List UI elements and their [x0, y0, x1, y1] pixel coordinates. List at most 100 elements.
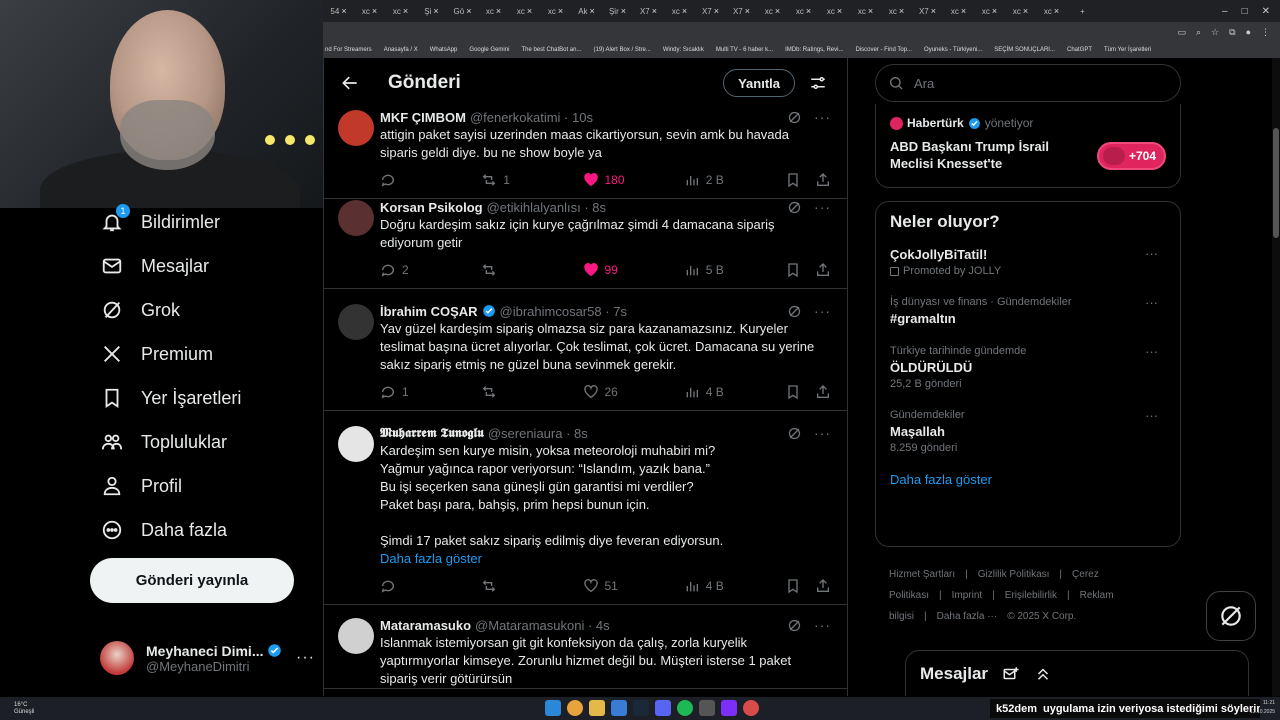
- weather-widget[interactable]: 16°C Güneşli: [14, 702, 34, 716]
- star-icon[interactable]: ☆: [1211, 27, 1219, 38]
- chrome-icon[interactable]: [567, 700, 583, 716]
- more-horizontal-icon[interactable]: ···: [814, 303, 831, 319]
- bookmark-item[interactable]: ChatGPT: [1067, 47, 1092, 53]
- like-action[interactable]: 51: [583, 578, 684, 594]
- more-horizontal-icon[interactable]: ···: [814, 425, 831, 441]
- reply-action[interactable]: 2: [380, 262, 481, 278]
- browser-tab[interactable]: xc ×: [881, 0, 912, 22]
- nav-item-premium[interactable]: Premium: [90, 332, 322, 376]
- nav-item-bookmarks[interactable]: Yer İşaretleri: [90, 376, 322, 420]
- avatar[interactable]: [338, 618, 374, 654]
- search-input[interactable]: [914, 75, 1144, 91]
- kick-icon[interactable]: [721, 700, 737, 716]
- browser-tab[interactable]: Ak ×: [571, 0, 602, 22]
- tab-close-icon[interactable]: ×: [652, 6, 657, 16]
- bookmark-item[interactable]: Tüm Yer İşaretleri: [1104, 47, 1151, 53]
- browser-tab[interactable]: X7 ×: [695, 0, 726, 22]
- bookmark-item[interactable]: Multi TV - 6 haber k...: [716, 47, 773, 53]
- browser-tab[interactable]: xc ×: [540, 0, 571, 22]
- browser-tab[interactable]: xc ×: [974, 0, 1005, 22]
- views-action[interactable]: 2 B: [684, 172, 785, 188]
- browser-tab[interactable]: 54 ×: [323, 0, 354, 22]
- bookmark-item[interactable]: The best ChatBot an...: [521, 47, 581, 53]
- retweet-action[interactable]: [481, 578, 582, 594]
- app-icon[interactable]: [743, 700, 759, 716]
- tab-close-icon[interactable]: ×: [341, 6, 346, 16]
- steam-icon[interactable]: [633, 700, 649, 716]
- nav-item-grok[interactable]: Grok: [90, 288, 322, 332]
- promo-brand[interactable]: Habertürk: [907, 116, 964, 130]
- trend-item[interactable]: İş dünyası ve finans · Gündemdekiler #gra…: [890, 295, 1166, 328]
- show-more-link[interactable]: Daha fazla göster: [380, 550, 831, 568]
- nav-item-notifications[interactable]: 1 Bildirimler: [90, 200, 322, 244]
- more-horizontal-icon[interactable]: ···: [814, 109, 831, 125]
- browser-menu-icon[interactable]: ⋮: [1261, 27, 1270, 38]
- tweet-handle-time[interactable]: @sereniaura · 8s: [488, 426, 588, 441]
- trend-item[interactable]: Gündemdekiler Maşallah 8.259 gönderi ···: [890, 408, 1166, 456]
- browser-tab[interactable]: xc ×: [509, 0, 540, 22]
- bookmark-item[interactable]: WhatsApp: [430, 47, 458, 53]
- browser-tab[interactable]: X7 ×: [633, 0, 664, 22]
- app-icon[interactable]: [699, 700, 715, 716]
- avatar[interactable]: [338, 110, 374, 146]
- share-icon[interactable]: [815, 262, 831, 278]
- tab-close-icon[interactable]: ×: [558, 6, 563, 16]
- promo-count-pill[interactable]: +704: [1096, 142, 1166, 170]
- extensions-icon[interactable]: ⧉: [1229, 27, 1235, 38]
- nav-item-profile[interactable]: Profil: [90, 464, 322, 508]
- avatar[interactable]: [338, 200, 374, 236]
- grok-explain-icon[interactable]: [787, 618, 802, 633]
- show-more-trends-link[interactable]: Daha fazla göster: [890, 472, 1166, 487]
- tweet-author-name[interactable]: İbrahim COŞAR: [380, 304, 478, 319]
- retweet-action[interactable]: [481, 384, 582, 400]
- share-icon[interactable]: [815, 384, 831, 400]
- promo-headline[interactable]: ABD Başkanı Trump İsrail Meclisi Knesset…: [890, 138, 1080, 172]
- tab-close-icon[interactable]: ×: [837, 6, 842, 16]
- views-action[interactable]: 4 B: [684, 578, 785, 594]
- bookmark-item[interactable]: Google Gemini: [469, 47, 509, 53]
- tab-close-icon[interactable]: ×: [466, 6, 471, 16]
- tab-close-icon[interactable]: ×: [433, 6, 438, 16]
- tab-close-icon[interactable]: ×: [1054, 6, 1059, 16]
- browser-tab[interactable]: X7 ×: [912, 0, 943, 22]
- tab-close-icon[interactable]: ×: [899, 6, 904, 16]
- views-action[interactable]: 4 B: [684, 384, 785, 400]
- messages-drawer[interactable]: Mesajlar: [905, 650, 1249, 696]
- more-horizontal-icon[interactable]: ···: [1145, 344, 1158, 359]
- tab-close-icon[interactable]: ×: [806, 6, 811, 16]
- retweet-action[interactable]: [481, 262, 582, 278]
- bookmark-icon[interactable]: [785, 172, 801, 188]
- tweet-author-name[interactable]: MKF ÇIMBOM: [380, 110, 466, 125]
- footer-link[interactable]: Hizmet Şartları: [889, 569, 955, 580]
- grok-explain-icon[interactable]: [787, 200, 802, 215]
- tweet-handle-time[interactable]: @Mataramasukoni · 4s: [475, 618, 610, 633]
- grok-explain-icon[interactable]: [787, 304, 802, 319]
- system-clock[interactable]: 11:21 13.10.2025: [1250, 699, 1275, 717]
- browser-tab[interactable]: X7 ×: [726, 0, 757, 22]
- profile-avatar-icon[interactable]: ●: [1246, 27, 1251, 37]
- more-horizontal-icon[interactable]: ···: [296, 649, 315, 667]
- more-horizontal-icon[interactable]: ···: [1145, 408, 1158, 423]
- browser-tab[interactable]: xc ×: [1036, 0, 1067, 22]
- browser-tab[interactable]: xc ×: [757, 0, 788, 22]
- avatar[interactable]: [338, 426, 374, 462]
- avatar[interactable]: [338, 304, 374, 340]
- bookmark-icon[interactable]: [785, 578, 801, 594]
- reply-button[interactable]: Yanıtla: [723, 69, 795, 97]
- like-action[interactable]: 180: [583, 172, 684, 188]
- more-horizontal-icon[interactable]: ···: [814, 617, 831, 633]
- new-message-icon[interactable]: [1002, 665, 1020, 683]
- browser-tab[interactable]: xc ×: [943, 0, 974, 22]
- tab-close-icon[interactable]: ×: [527, 6, 532, 16]
- tweet[interactable]: Korsan Psikolog @etikihlalyanlısı · 8s ···…: [324, 188, 847, 289]
- scrollbar-thumb[interactable]: [1273, 128, 1279, 238]
- tab-close-icon[interactable]: ×: [868, 6, 873, 16]
- share-icon[interactable]: [815, 578, 831, 594]
- more-horizontal-icon[interactable]: ···: [814, 199, 831, 215]
- reply-action[interactable]: [380, 578, 481, 594]
- bookmark-item[interactable]: IMDb: Ratings, Revi...: [785, 47, 843, 53]
- tweet-handle-time[interactable]: @ibrahimcosar58 · 7s: [500, 304, 627, 319]
- page-scrollbar[interactable]: [1272, 58, 1280, 696]
- bookmark-icon[interactable]: [785, 384, 801, 400]
- spotify-icon[interactable]: [677, 700, 693, 716]
